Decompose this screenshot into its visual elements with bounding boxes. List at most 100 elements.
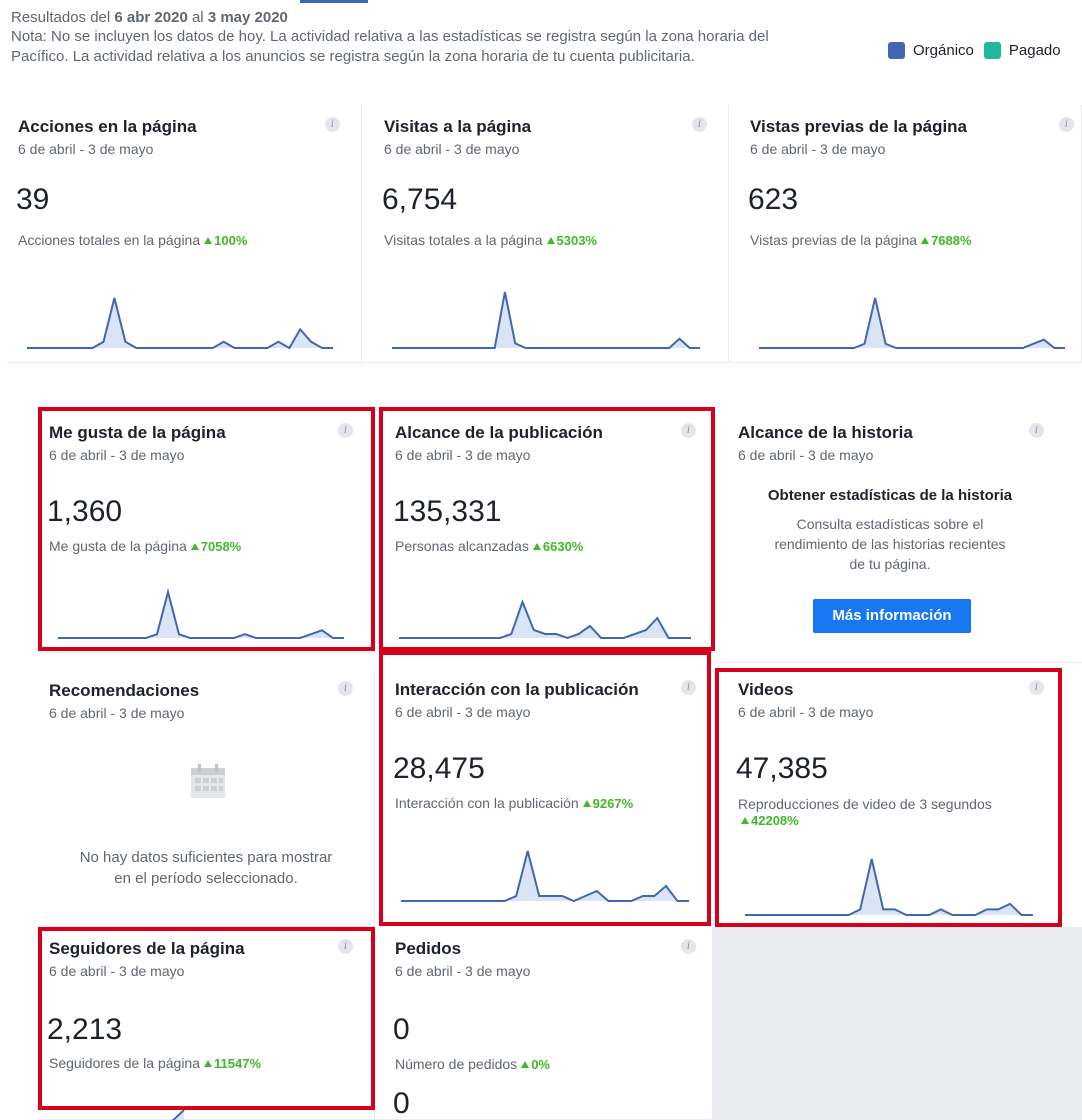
date-range: 6 de abril - 3 de mayo: [395, 963, 531, 979]
up-arrow-icon: [204, 237, 213, 244]
metric-value: 47,385: [736, 752, 828, 785]
info-icon[interactable]: i: [338, 939, 353, 954]
card-title: Videos: [738, 680, 794, 699]
card-visitas[interactable]: Visitas a la página i 6 de abril - 3 de …: [362, 105, 729, 363]
card-title: Me gusta de la página: [49, 423, 226, 442]
up-arrow-icon: [521, 1061, 530, 1068]
metric-value: 28,475: [393, 752, 485, 785]
info-icon[interactable]: i: [1059, 117, 1074, 132]
metric-change: 7058%: [200, 539, 242, 554]
results-mid: al: [187, 9, 208, 26]
up-arrow-icon: [204, 1060, 213, 1067]
sparkline: [170, 1109, 185, 1120]
info-icon[interactable]: i: [681, 939, 696, 954]
metric-value: 135,331: [393, 495, 502, 528]
date-range: 6 de abril - 3 de mayo: [395, 704, 531, 720]
card-recomendaciones[interactable]: Recomendaciones i 6 de abril - 3 de mayo…: [38, 669, 375, 927]
info-icon[interactable]: i: [681, 680, 696, 695]
legend-organic[interactable]: Orgánico: [888, 42, 974, 59]
card-interaccion[interactable]: Interacción con la publicación i 6 de ab…: [379, 658, 711, 926]
metric-label: Seguidores de la página: [49, 1055, 201, 1071]
sparkline: [401, 850, 689, 903]
metric-label: Número de pedidos: [395, 1056, 518, 1072]
sparkline: [399, 599, 691, 640]
date-range: 6 de abril - 3 de mayo: [49, 963, 185, 979]
metric-change: 11547%: [214, 1056, 262, 1071]
paid-swatch: [983, 42, 1001, 59]
active-tab-indicator: [300, 0, 368, 3]
results-prefix: Resultados del: [11, 9, 115, 26]
date-range: 6 de abril - 3 de mayo: [738, 704, 874, 720]
info-icon[interactable]: i: [1029, 423, 1044, 438]
sparkline-area: [399, 602, 691, 638]
timezone-note: Nota: No se incluyen los datos de hoy. L…: [11, 27, 861, 67]
metric-value: 2,213: [47, 1013, 123, 1046]
metric-label-row: Me gusta de la página 7058%: [49, 538, 241, 554]
sparkline: [27, 297, 333, 350]
metric-label: Reproducciones de video de 3 segundos: [738, 796, 992, 812]
metric-label-row: Acciones totales en la página 100%: [18, 232, 247, 248]
note-line-2: Pacífico. La actividad relativa a los an…: [11, 48, 695, 65]
card-seguidores[interactable]: Seguidores de la página i 6 de abril - 3…: [38, 927, 375, 1120]
results-end: 3 may 2020: [207, 9, 288, 26]
date-range: 6 de abril - 3 de mayo: [395, 447, 531, 463]
info-icon[interactable]: i: [325, 117, 340, 132]
sparkline-series: [27, 297, 333, 350]
date-range: 6 de abril - 3 de mayo: [18, 141, 154, 157]
sparkline-area: [173, 1110, 184, 1120]
legend: Orgánico Pagado: [888, 42, 1071, 59]
sparkline: [759, 297, 1065, 349]
date-range: 6 de abril - 3 de mayo: [49, 705, 185, 721]
card-pedidos[interactable]: Pedidos i 6 de abril - 3 de mayo 0 Númer…: [375, 927, 713, 1120]
card-title: Acciones en la página: [18, 117, 197, 136]
info-icon[interactable]: i: [338, 681, 353, 696]
card-vistas[interactable]: Vistas previas de la página i 6 de abril…: [729, 105, 1082, 363]
story-description: Consulta estadísticas sobre el rendimien…: [725, 514, 1055, 574]
story-desc-line: Consulta estadísticas sobre el: [796, 516, 984, 532]
info-icon[interactable]: i: [692, 117, 707, 132]
info-icon[interactable]: i: [681, 423, 696, 438]
metric-value: 6,754: [382, 183, 458, 216]
card-alcance-historia[interactable]: Alcance de la historia i 6 de abril - 3 …: [715, 411, 1082, 663]
metric-change: 100%: [214, 233, 248, 248]
info-icon[interactable]: i: [1029, 680, 1044, 695]
card-title: Pedidos: [395, 939, 462, 958]
note-line-1: Nota: No se incluyen los datos de hoy. L…: [11, 28, 769, 45]
metric-label: Interacción con la publicación: [395, 795, 579, 811]
story-desc-line: de tu página.: [849, 556, 931, 572]
metric-value-secondary: 0: [393, 1087, 410, 1120]
legend-paid-label: Pagado: [1008, 42, 1061, 59]
sparkline-area: [759, 298, 1065, 348]
metric-label-row: Interacción con la publicación 9267%: [395, 795, 633, 811]
sparkline-series: [170, 1109, 185, 1120]
card-me-gusta[interactable]: Me gusta de la página i 6 de abril - 3 d…: [38, 411, 375, 653]
card-title: Vistas previas de la página: [750, 117, 968, 136]
story-heading: Obtener estadísticas de la historia: [767, 487, 1013, 504]
up-arrow-icon: [582, 800, 591, 807]
metric-value: 623: [748, 183, 799, 216]
legend-organic-label: Orgánico: [913, 42, 974, 59]
date-range: 6 de abril - 3 de mayo: [49, 447, 185, 463]
metric-change: 9267%: [592, 796, 634, 811]
empty-grid-area: [713, 927, 1082, 1120]
card-alcance-publicacion[interactable]: Alcance de la publicación i 6 de abril -…: [375, 411, 715, 653]
sparkline: [392, 291, 700, 349]
metric-label: Vistas previas de la página: [750, 232, 918, 248]
metric-value: 0: [393, 1013, 410, 1046]
card-videos[interactable]: Videos i 6 de abril - 3 de mayo 47,385 R…: [719, 672, 1062, 927]
info-icon[interactable]: i: [338, 423, 353, 438]
metric-label-row: Número de pedidos 0%: [395, 1056, 550, 1072]
metric-value: 39: [16, 183, 50, 216]
sparkline-area: [392, 292, 700, 348]
metric-change: 0%: [531, 1057, 550, 1072]
card-title: Alcance de la historia: [738, 423, 913, 442]
card-acciones[interactable]: Acciones en la página i 6 de abril - 3 d…: [7, 105, 362, 363]
sparkline-area: [401, 851, 689, 901]
metric-label: Visitas totales a la página: [384, 232, 543, 248]
up-arrow-icon: [546, 237, 555, 244]
legend-paid[interactable]: Pagado: [983, 42, 1061, 59]
sparkline-area: [58, 592, 344, 638]
up-arrow-icon: [532, 543, 541, 550]
sparkline: [58, 588, 344, 639]
more-info-button[interactable]: Más información: [813, 599, 971, 633]
